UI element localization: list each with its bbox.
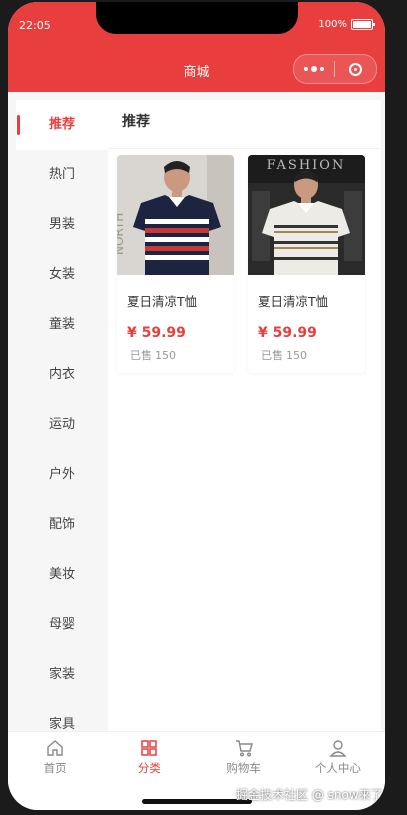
target-close-icon[interactable]: [335, 62, 376, 76]
sidebar-item-outdoor[interactable]: 户外: [16, 450, 108, 500]
notch: [96, 2, 298, 34]
sidebar-item-recommend[interactable]: 推荐: [16, 100, 108, 150]
sidebar-item-accessories[interactable]: 配饰: [16, 500, 108, 550]
product-image: NORTH: [117, 155, 234, 275]
product-name: 夏日清凉T恤: [127, 294, 198, 309]
battery-icon: [351, 19, 375, 30]
sidebar-item-home-decor[interactable]: 家装: [16, 650, 108, 700]
title-bar: 商城: [8, 50, 385, 90]
product-grid: NORTH 夏日清凉T恤 ¥ 59.99 已售 150 FASHION 夏日清凉…: [117, 155, 365, 373]
sidebar-item-label: 热门: [48, 167, 75, 182]
product-panel: 推荐 NORTH 夏日清凉T恤 ¥ 59.99 已售 150 FASHION 夏…: [108, 100, 381, 732]
sidebar-item-label: 内衣: [48, 367, 75, 382]
section-title: 推荐: [108, 100, 381, 149]
sidebar-item-label: 男装: [48, 217, 75, 232]
app-header: 22:05 100% 商城: [8, 2, 385, 92]
sidebar-item-beauty[interactable]: 美妆: [16, 550, 108, 600]
product-image: FASHION: [248, 155, 365, 275]
tab-label: 个人中心: [314, 761, 361, 775]
sidebar-item-label: 美妆: [48, 567, 75, 582]
sidebar-item-label: 家装: [48, 667, 75, 682]
sidebar-item-sports[interactable]: 运动: [16, 400, 108, 450]
sidebar-item-furniture[interactable]: 家具: [16, 700, 108, 732]
tab-home[interactable]: 首页: [8, 732, 102, 810]
product-sold: 已售 150: [117, 341, 234, 373]
product-price: ¥ 59.99: [258, 325, 317, 341]
sidebar-item-baby[interactable]: 母婴: [16, 600, 108, 650]
product-card[interactable]: FASHION 夏日清凉T恤 ¥ 59.99 已售 150: [248, 155, 365, 373]
sidebar-item-label: 家具: [48, 717, 75, 732]
sidebar-item-label: 配饰: [48, 517, 75, 532]
mini-program-capsule: [293, 54, 377, 84]
sidebar-item-label: 母婴: [48, 617, 75, 632]
sidebar-item-label: 童装: [48, 317, 75, 332]
user-icon: [329, 740, 347, 757]
sidebar-item-label: 户外: [48, 467, 75, 482]
sidebar-item-hot[interactable]: 热门: [16, 150, 108, 200]
sidebar-item-label: 运动: [48, 417, 75, 432]
tab-label: 首页: [43, 761, 67, 775]
home-icon: [47, 740, 63, 756]
category-sidebar: 推荐 热门 男装 女装 童装 内衣 运动 户外 配饰 美妆 母婴 家装 家具: [16, 100, 108, 732]
sold-count: 150: [286, 349, 307, 362]
sold-label: 已售: [130, 349, 152, 362]
sidebar-item-underwear[interactable]: 内衣: [16, 350, 108, 400]
sold-label: 已售: [261, 349, 283, 362]
svg-text:FASHION: FASHION: [267, 158, 346, 173]
battery-percent: 100%: [318, 19, 347, 30]
sidebar-item-menswear[interactable]: 男装: [16, 200, 108, 250]
watermark: 掘金技术社区 @ snow来了: [236, 788, 383, 802]
sold-count: 150: [155, 349, 176, 362]
sidebar-item-kidswear[interactable]: 童装: [16, 300, 108, 350]
status-right: 100%: [318, 19, 375, 30]
svg-text:NORTH: NORTH: [117, 213, 126, 255]
more-dots-icon[interactable]: [294, 55, 334, 83]
tab-label: 购物车: [226, 761, 261, 775]
content-area: 推荐 热门 男装 女装 童装 内衣 运动 户外 配饰 美妆 母婴 家装 家具 推…: [8, 92, 385, 732]
sidebar-item-label: 女装: [48, 267, 75, 282]
product-card[interactable]: NORTH 夏日清凉T恤 ¥ 59.99 已售 150: [117, 155, 234, 373]
tab-label: 分类: [137, 761, 161, 775]
product-sold: 已售 150: [248, 341, 365, 373]
product-price: ¥ 59.99: [127, 325, 186, 341]
product-name: 夏日清凉T恤: [258, 294, 329, 309]
cart-icon: [235, 740, 253, 757]
phone-screen: 22:05 100% 商城 推荐 热门 男装 女装 童装 内衣 运动 户外 配饰…: [8, 2, 385, 810]
sidebar-item-womenswear[interactable]: 女装: [16, 250, 108, 300]
status-time: 22:05: [19, 19, 51, 32]
sidebar-item-label: 推荐: [48, 117, 75, 132]
category-icon: [141, 740, 158, 756]
